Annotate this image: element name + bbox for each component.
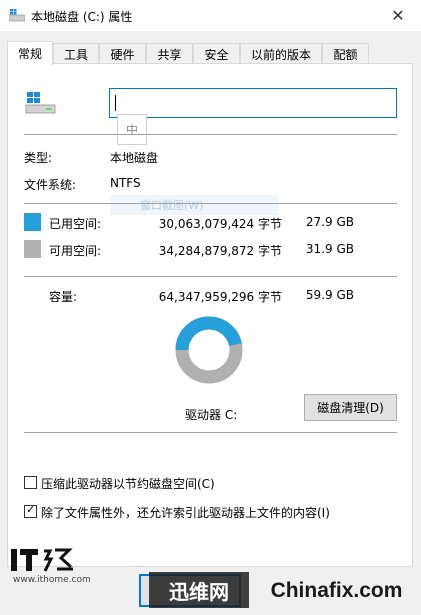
drive-name-input[interactable]: [109, 88, 397, 118]
checkmark-icon: ✓: [26, 503, 36, 516]
usage-donut-chart: [175, 316, 243, 384]
chinafix-text: Chinafix.com: [270, 578, 403, 602]
separator: [24, 276, 397, 277]
separator: [24, 134, 397, 135]
used-space-size: 27.9 GB: [305, 215, 354, 229]
tab-general[interactable]: 常规: [7, 41, 53, 65]
free-space-size: 31.9 GB: [305, 242, 354, 256]
separator: [24, 432, 397, 433]
compress-checkbox[interactable]: [24, 476, 37, 489]
filesystem-value: NTFS: [110, 176, 141, 190]
used-space-bytes: 30,063,079,424 字节: [158, 217, 282, 231]
drive-label: 驱动器 C:: [185, 408, 238, 422]
window-title: 本地磁盘 (C:) 属性: [31, 10, 133, 24]
close-icon: ✕: [391, 6, 405, 25]
close-button[interactable]: ✕: [375, 0, 421, 31]
index-checkbox[interactable]: ✓: [24, 503, 37, 518]
capacity-bytes: 64,347,959,296 字节: [158, 290, 282, 304]
ithome-logo-mark: [11, 548, 73, 572]
tab-strip: 常规 工具 硬件 共享 安全 以前的版本 配额: [7, 41, 414, 65]
tab-tools[interactable]: 工具: [53, 43, 99, 65]
ithome-logo: [11, 545, 91, 578]
drive-icon: [9, 9, 25, 22]
separator: [24, 203, 397, 204]
free-space-bytes: 34,284,879,872 字节: [158, 244, 282, 258]
filesystem-label: 文件系统:: [24, 178, 77, 192]
xunwei-watermark: 迅维网: [149, 572, 249, 608]
screenshot-ghost-tooltip: 窗口截图(W): [110, 195, 278, 215]
used-space-label: 已用空间:: [49, 217, 102, 231]
xunwei-text: 迅维网: [169, 579, 229, 604]
tab-security[interactable]: 安全: [193, 43, 240, 65]
title-bar: 本地磁盘 (C:) 属性 ✕: [0, 0, 421, 31]
chinafix-watermark: Chinafix.com: [252, 572, 421, 609]
tab-sharing[interactable]: 共享: [146, 43, 193, 65]
disk-cleanup-button[interactable]: 磁盘清理(D): [304, 394, 397, 421]
ime-indicator: 中: [117, 114, 147, 145]
tab-previous-versions[interactable]: 以前的版本: [240, 43, 322, 65]
capacity-size: 59.9 GB: [305, 288, 354, 302]
windows-drive-icon: [25, 92, 56, 114]
used-space-swatch: [24, 213, 41, 231]
tab-hardware[interactable]: 硬件: [99, 43, 146, 65]
ithome-url: www.ithome.com: [13, 575, 91, 585]
compress-label: 压缩此驱动器以节约磁盘空间(C): [41, 477, 215, 491]
text-caret: [115, 95, 116, 111]
type-value: 本地磁盘: [110, 151, 159, 165]
tab-quota[interactable]: 配额: [322, 43, 369, 65]
capacity-label: 容量:: [49, 290, 78, 304]
free-space-label: 可用空间:: [49, 244, 102, 258]
free-space-swatch: [24, 240, 41, 258]
index-label: 除了文件属性外，还允许索引此驱动器上文件的内容(I): [41, 506, 330, 520]
type-label: 类型:: [24, 151, 53, 165]
